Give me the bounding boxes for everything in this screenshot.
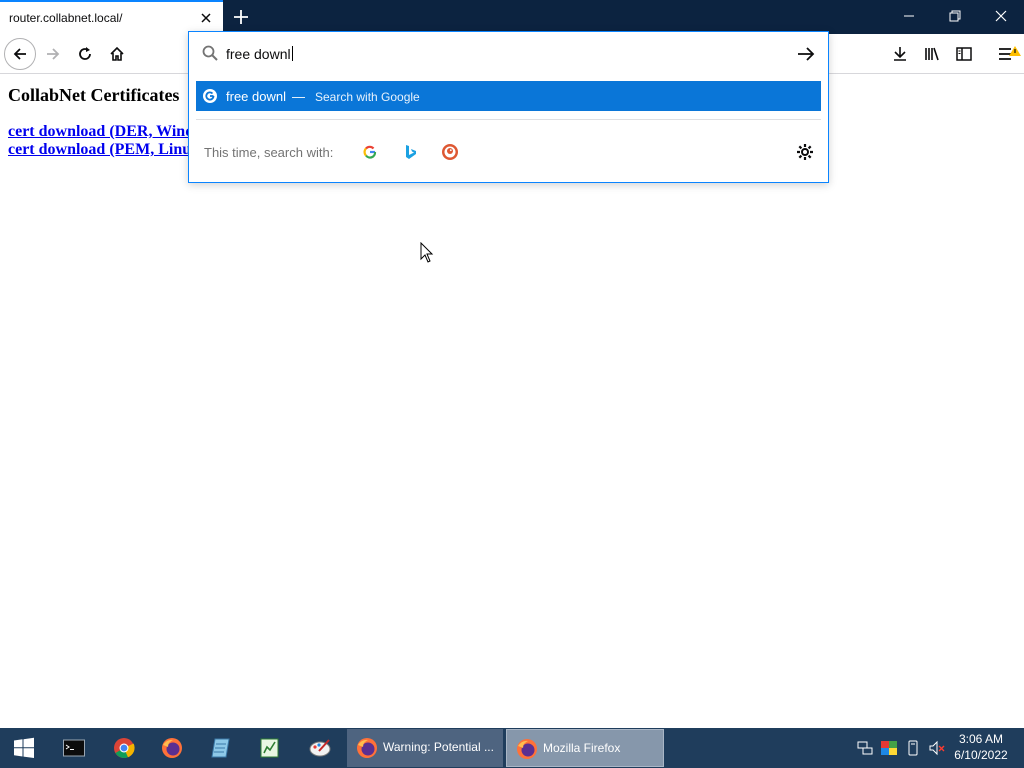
google-icon	[203, 89, 217, 103]
clock-time: 3:06 AM	[958, 732, 1004, 746]
search-settings-gear-icon[interactable]	[795, 142, 815, 167]
firefox-icon	[516, 738, 538, 765]
new-tab-icon[interactable]	[231, 7, 251, 27]
network-icon[interactable]	[857, 740, 873, 756]
google-icon[interactable]	[361, 143, 379, 161]
tab-router[interactable]: router.collabnet.local/	[0, 0, 223, 34]
tab-strip: router.collabnet.local/	[0, 0, 1024, 34]
system-clock[interactable]: 3:06 AM 6/10/2022	[952, 731, 1010, 763]
minimize-icon[interactable]	[886, 0, 932, 32]
cert-download-pem-link[interactable]: cert download (PEM, Linu	[8, 141, 191, 159]
url-input[interactable]: free downl	[189, 32, 828, 76]
one-off-label: This time, search with:	[204, 145, 334, 160]
paint-icon[interactable]	[300, 732, 340, 764]
suggestion-query: free downl	[226, 89, 286, 104]
taskbar-app-warning[interactable]: Warning: Potential ...	[347, 729, 503, 767]
taskbar-app-firefox[interactable]: Mozilla Firefox	[506, 729, 664, 767]
taskbar-app-label: Mozilla Firefox	[543, 741, 621, 755]
page-heading: CollabNet Certificates	[8, 85, 180, 105]
tab-title: router.collabnet.local/	[9, 11, 123, 25]
display-icon[interactable]	[881, 740, 897, 756]
spreadsheet-icon[interactable]	[250, 732, 290, 764]
bing-icon[interactable]	[401, 143, 419, 161]
search-icon	[202, 45, 218, 66]
close-window-icon[interactable]	[978, 0, 1024, 32]
divider	[196, 119, 821, 120]
library-icon[interactable]	[916, 38, 948, 70]
suggestion-action: Search with Google	[315, 90, 420, 104]
chrome-icon[interactable]	[104, 732, 144, 764]
urlbar-dropdown: free downl free downl — Search with Goog…	[188, 31, 829, 183]
taskbar-app-label: Warning: Potential ...	[383, 740, 494, 754]
notepad-icon[interactable]	[201, 732, 241, 764]
mouse-cursor-icon	[420, 241, 434, 269]
back-button[interactable]	[4, 38, 36, 70]
go-arrow-icon[interactable]	[797, 46, 815, 67]
text-caret	[291, 46, 293, 61]
windows-start-icon[interactable]	[4, 732, 44, 764]
clock-date: 6/10/2022	[954, 748, 1008, 762]
suggestion-separator: —	[292, 89, 305, 104]
volume-muted-icon[interactable]	[929, 740, 945, 756]
sidebar-icon[interactable]	[948, 38, 980, 70]
firefox-icon	[356, 737, 378, 764]
usb-icon[interactable]	[905, 740, 921, 756]
url-input-value: free downl	[226, 46, 291, 62]
restore-icon[interactable]	[932, 0, 978, 32]
home-icon[interactable]	[101, 38, 133, 70]
menu-icon[interactable]	[990, 38, 1022, 70]
taskbar: Warning: Potential ... Mozilla Firefox 3…	[0, 728, 1024, 768]
close-tab-icon[interactable]	[198, 10, 214, 26]
firefox-icon[interactable]	[152, 732, 192, 764]
reload-icon[interactable]	[69, 38, 101, 70]
command-prompt-icon[interactable]	[54, 732, 94, 764]
duckduckgo-icon[interactable]	[441, 143, 459, 161]
forward-button[interactable]	[37, 38, 69, 70]
search-suggestion-google[interactable]: free downl — Search with Google	[196, 81, 821, 111]
download-icon[interactable]	[884, 38, 916, 70]
cert-download-der-link[interactable]: cert download (DER, Wind	[8, 123, 194, 141]
